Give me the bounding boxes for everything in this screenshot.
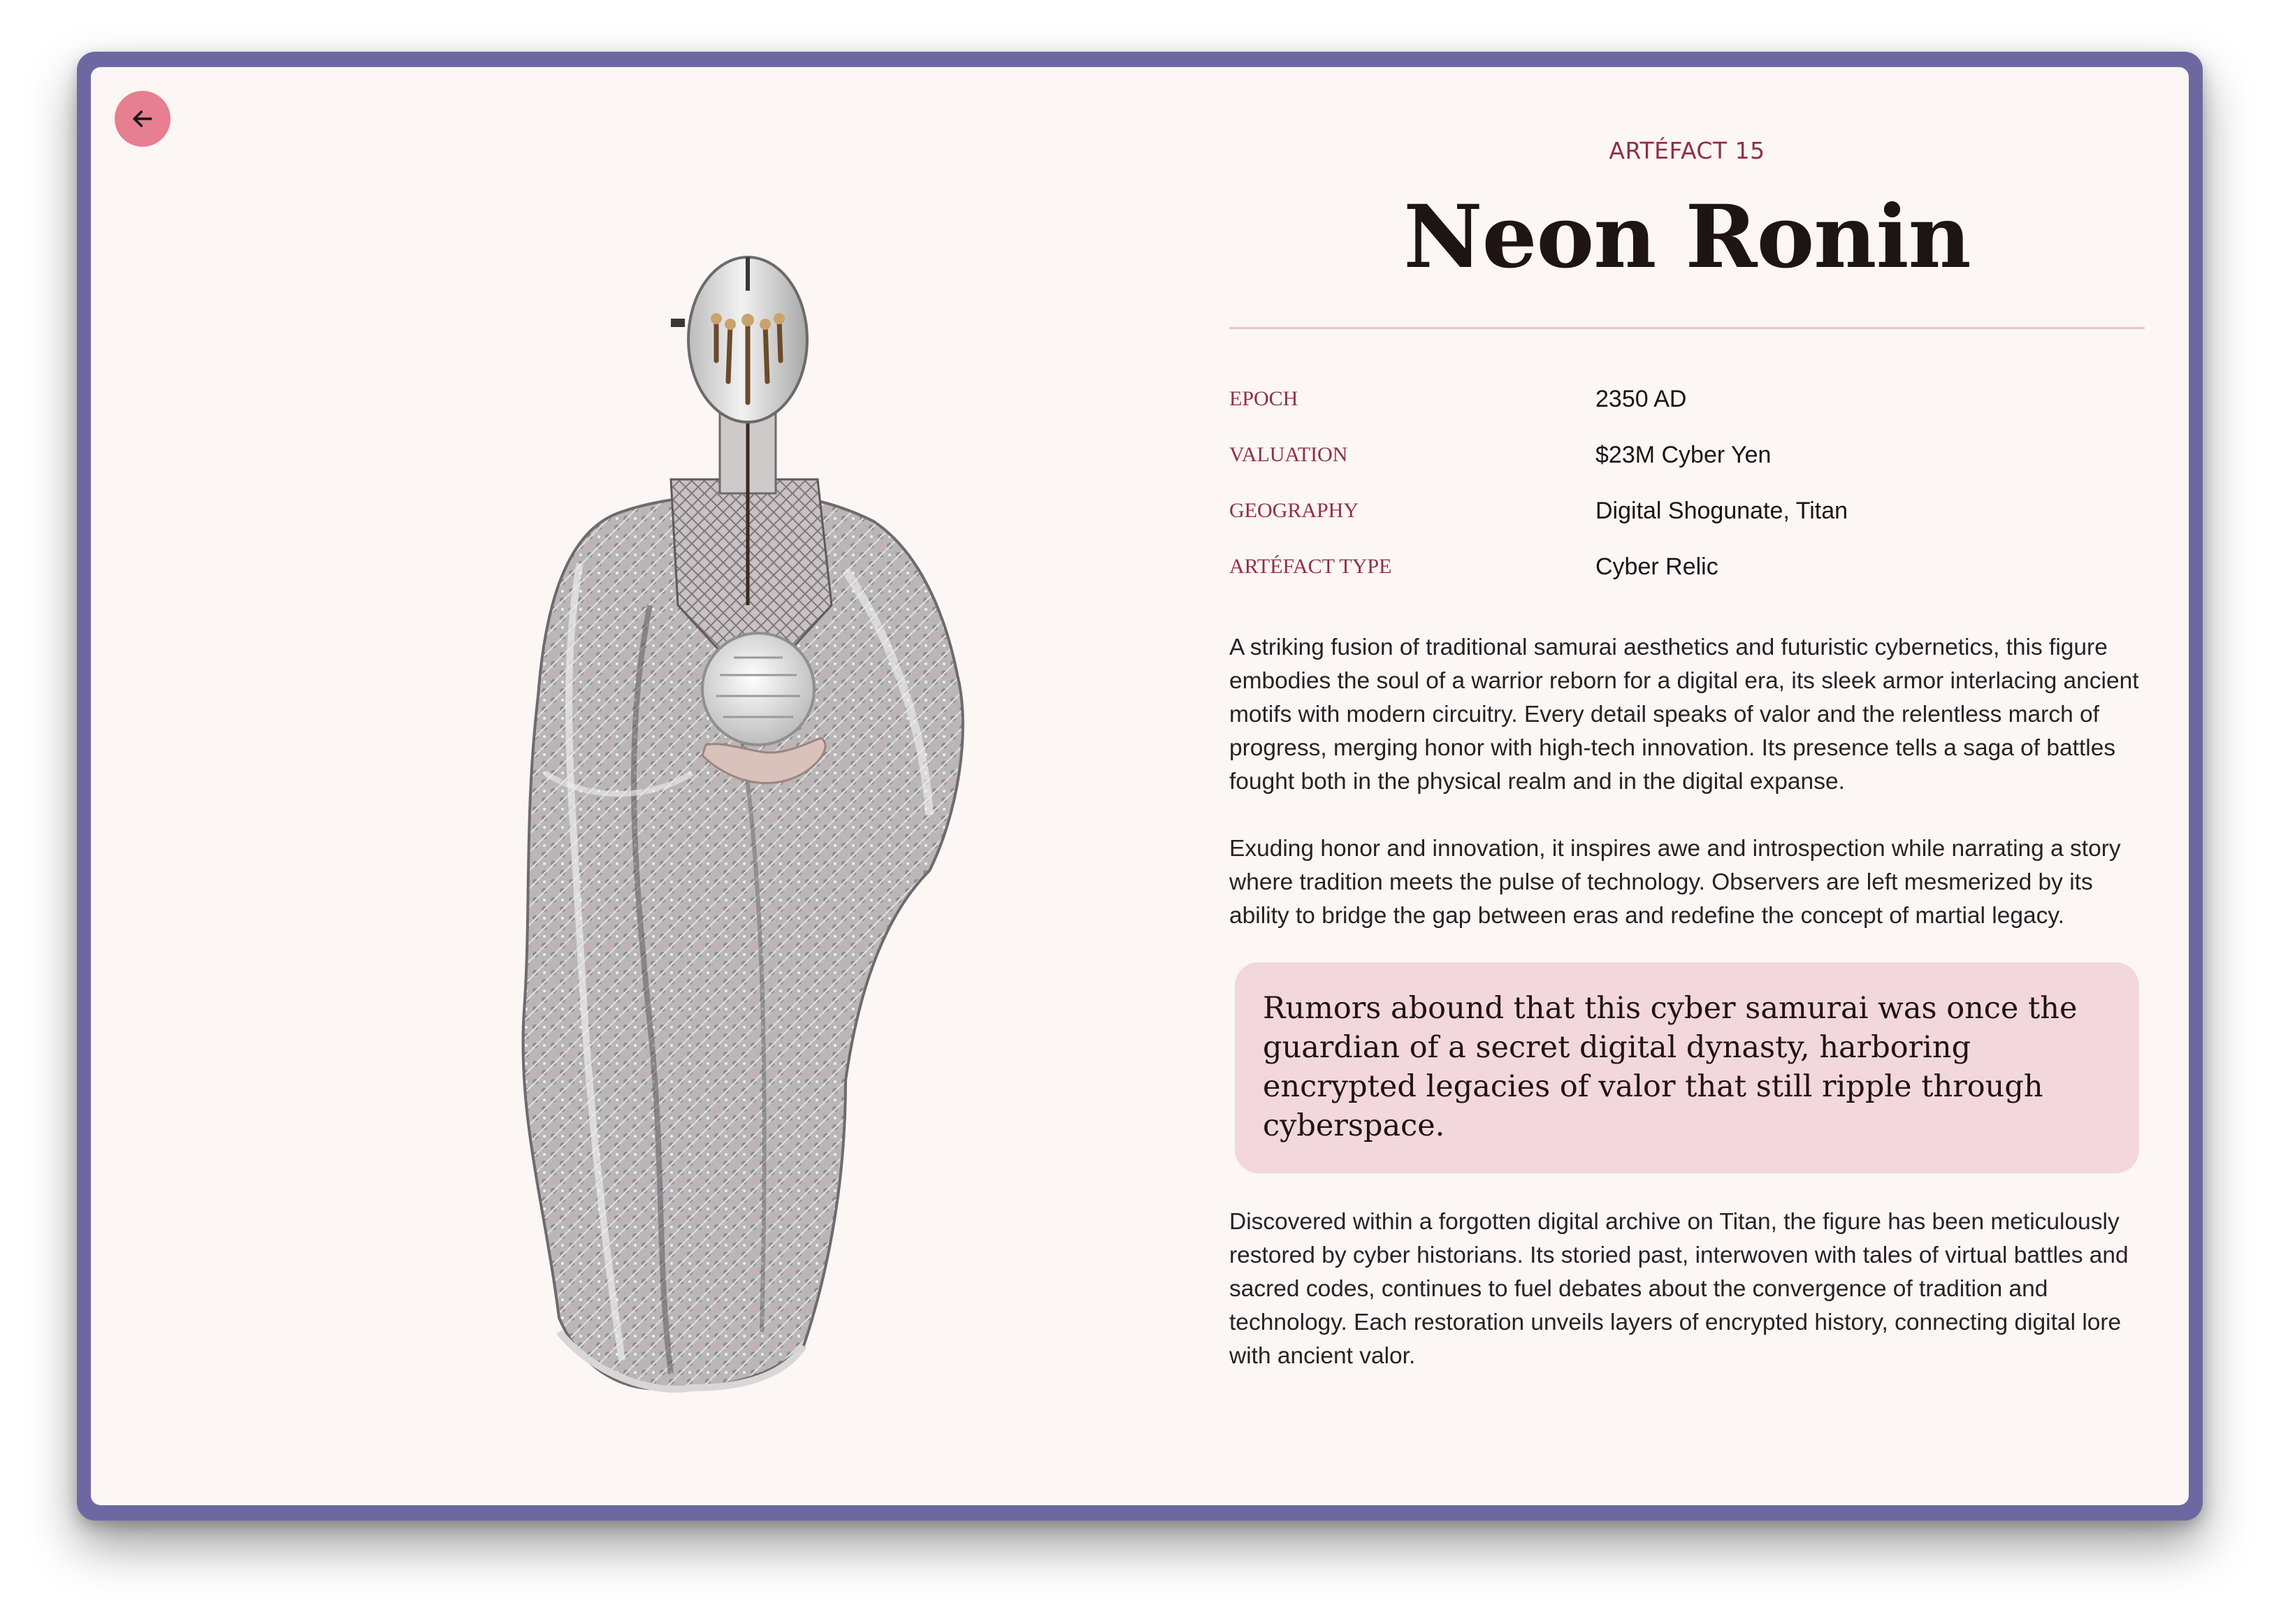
detail-label: VALUATION xyxy=(1229,443,1348,466)
detail-value: $23M Cyber Yen xyxy=(1595,441,1772,468)
detail-row-epoch: EPOCH 2350 AD xyxy=(1229,371,2145,427)
detail-value: 2350 AD xyxy=(1595,385,1687,412)
description-paragraph: A striking fusion of traditional samurai… xyxy=(1229,635,2139,795)
window-frame: ARTÉFACT 15 Neon Ronin EPOCH 2350 AD VAL… xyxy=(77,52,2203,1521)
detail-value: Cyber Relic xyxy=(1595,553,1718,580)
detail-row-geography: GEOGRAPHY Digital Shogunate, Titan xyxy=(1229,483,2145,539)
detail-row-artefact-type: ARTÉFACT TYPE Cyber Relic xyxy=(1229,539,2145,595)
title-divider xyxy=(1229,327,2145,329)
back-button[interactable] xyxy=(115,91,171,147)
detail-label: ARTÉFACT TYPE xyxy=(1229,555,1392,578)
artefact-info-panel: ARTÉFACT 15 Neon Ronin EPOCH 2350 AD VAL… xyxy=(1229,134,2145,1373)
pull-quote: Rumors abound that this cyber samurai wa… xyxy=(1235,962,2139,1173)
detail-label: GEOGRAPHY xyxy=(1229,499,1359,522)
artefact-figure-image xyxy=(440,242,1013,1402)
detail-label: EPOCH xyxy=(1229,387,1298,410)
artefact-number: ARTÉFACT 15 xyxy=(1609,137,1765,164)
detail-value: Digital Shogunate, Titan xyxy=(1595,497,1848,524)
description-paragraph: Discovered within a forgotten digital ar… xyxy=(1229,1209,2129,1369)
arrow-left-icon xyxy=(129,105,157,133)
page-title: Neon Ronin xyxy=(1403,187,1971,288)
description-paragraph: Exuding honor and innovation, it inspire… xyxy=(1229,836,2121,929)
artefact-card: ARTÉFACT 15 Neon Ronin EPOCH 2350 AD VAL… xyxy=(91,67,2189,1505)
detail-row-valuation: VALUATION $23M Cyber Yen xyxy=(1229,427,2145,483)
artefact-details: EPOCH 2350 AD VALUATION $23M Cyber Yen G… xyxy=(1229,371,2145,595)
